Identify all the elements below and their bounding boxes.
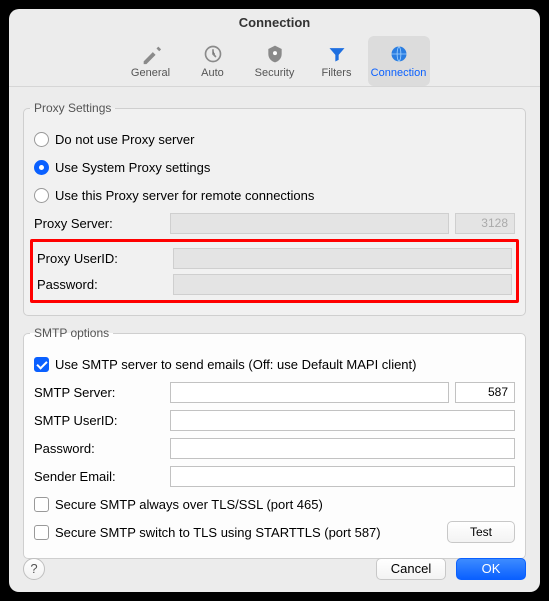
tab-label: General [131, 67, 170, 79]
radio-proxy-system[interactable] [34, 160, 49, 175]
proxy-password-input[interactable] [173, 274, 512, 295]
clock-icon [202, 43, 224, 65]
group-legend: SMTP options [30, 326, 113, 340]
smtp-userid-input[interactable] [170, 410, 515, 431]
check-use-smtp[interactable] [34, 357, 49, 372]
smtp-port-input[interactable] [455, 382, 515, 403]
proxy-password-label: Password: [37, 277, 167, 292]
radio-label: Do not use Proxy server [55, 132, 194, 147]
tab-security[interactable]: Security [244, 36, 306, 86]
check-tls-465[interactable] [34, 497, 49, 512]
check-label: Secure SMTP always over TLS/SSL (port 46… [55, 497, 323, 512]
proxy-userid-input[interactable] [173, 248, 512, 269]
group-legend: Proxy Settings [30, 101, 115, 115]
proxy-settings-group: Proxy Settings Do not use Proxy server U… [23, 101, 526, 316]
tab-label: Filters [322, 67, 352, 79]
smtp-password-input[interactable] [170, 438, 515, 459]
radio-label: Use this Proxy server for remote connect… [55, 188, 314, 203]
tab-label: Auto [201, 67, 224, 79]
tab-filters[interactable]: Filters [306, 36, 368, 86]
tab-label: Connection [371, 67, 427, 79]
gear-icon [140, 43, 162, 65]
radio-label: Use System Proxy settings [55, 160, 210, 175]
smtp-password-label: Password: [34, 441, 164, 456]
smtp-server-label: SMTP Server: [34, 385, 164, 400]
check-label: Use SMTP server to send emails (Off: use… [55, 357, 416, 372]
check-tls-587[interactable] [34, 525, 49, 540]
smtp-sender-label: Sender Email: [34, 469, 164, 484]
ok-button[interactable]: OK [456, 558, 526, 580]
smtp-options-group: SMTP options Use SMTP server to send ema… [23, 326, 526, 559]
tab-general[interactable]: General [120, 36, 182, 86]
toolbar: General Auto Security Filters [9, 34, 540, 87]
smtp-sender-input[interactable] [170, 466, 515, 487]
proxy-userid-label: Proxy UserID: [37, 251, 167, 266]
proxy-server-label: Proxy Server: [34, 216, 164, 231]
highlight-box: Proxy UserID: Password: [30, 239, 519, 303]
smtp-userid-label: SMTP UserID: [34, 413, 164, 428]
check-label: Secure SMTP switch to TLS using STARTTLS… [55, 525, 381, 540]
proxy-server-input[interactable] [170, 213, 449, 234]
tab-auto[interactable]: Auto [182, 36, 244, 86]
shield-icon [264, 43, 286, 65]
window-title: Connection [9, 9, 540, 34]
tab-label: Security [255, 67, 295, 79]
help-button[interactable]: ? [23, 558, 45, 580]
globe-icon [388, 43, 410, 65]
smtp-server-input[interactable] [170, 382, 449, 403]
tab-connection[interactable]: Connection [368, 36, 430, 86]
cancel-button[interactable]: Cancel [376, 558, 446, 580]
radio-proxy-none[interactable] [34, 132, 49, 147]
radio-proxy-remote[interactable] [34, 188, 49, 203]
proxy-port-input[interactable] [455, 213, 515, 234]
filter-icon [326, 43, 348, 65]
test-button[interactable]: Test [447, 521, 515, 543]
